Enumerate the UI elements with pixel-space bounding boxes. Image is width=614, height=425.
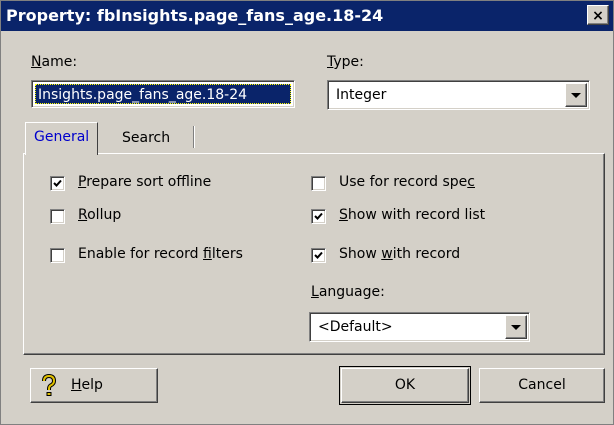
type-label: Type: (327, 54, 364, 70)
window-title: Property: fbInsights.page_fans_age.18-24 (6, 6, 384, 25)
name-label: Name: (31, 54, 78, 70)
title-bar[interactable]: Property: fbInsights.page_fans_age.18-24… (1, 1, 613, 31)
cancel-button[interactable]: Cancel (479, 368, 605, 403)
name-input[interactable]: Insights.page_fans_age.18-24 (31, 80, 295, 108)
type-select-value: Integer (336, 87, 387, 103)
type-dropdown-button[interactable] (565, 83, 587, 107)
question-mark-icon (42, 374, 57, 396)
checkmark-icon (53, 179, 62, 187)
checkmark-icon (314, 251, 323, 259)
prepare-sort-label[interactable]: Prepare sort offline (78, 174, 211, 190)
chevron-down-icon (511, 325, 521, 330)
rollup-checkbox[interactable] (50, 209, 65, 224)
prepare-sort-checkbox[interactable] (50, 176, 65, 191)
name-input-value: Insights.page_fans_age.18-24 (35, 84, 291, 104)
type-select[interactable]: Integer (327, 80, 590, 110)
ok-button[interactable]: OK (341, 368, 469, 403)
close-button[interactable]: × (587, 5, 609, 25)
help-button-label: Help (71, 377, 103, 393)
cancel-button-label: Cancel (518, 377, 566, 393)
tab-general[interactable]: General (25, 122, 99, 155)
rollup-label[interactable]: Rollup (78, 207, 121, 223)
language-dropdown-button[interactable] (505, 315, 527, 339)
record-spec-checkbox[interactable] (311, 176, 326, 191)
record-filters-checkbox[interactable] (50, 248, 65, 263)
language-select[interactable]: <Default> (309, 312, 530, 342)
language-select-value: <Default> (318, 319, 393, 335)
language-label: Language: (311, 284, 385, 300)
tab-search[interactable]: Search (114, 124, 178, 156)
checkmark-icon (314, 212, 323, 220)
ok-button-label: OK (394, 377, 416, 393)
with-record-checkbox[interactable] (311, 248, 326, 263)
record-filters-label[interactable]: Enable for record filters (78, 246, 243, 262)
chevron-down-icon (571, 93, 581, 98)
record-spec-label[interactable]: Use for record spec (339, 174, 475, 190)
with-record-label[interactable]: Show with record (339, 246, 460, 262)
record-list-checkbox[interactable] (311, 209, 326, 224)
close-icon: × (592, 8, 604, 24)
record-list-label[interactable]: Show with record list (339, 207, 485, 223)
help-button[interactable]: Help (30, 368, 158, 403)
tab-divider (193, 126, 195, 148)
property-dialog: Property: fbInsights.page_fans_age.18-24… (0, 0, 614, 425)
